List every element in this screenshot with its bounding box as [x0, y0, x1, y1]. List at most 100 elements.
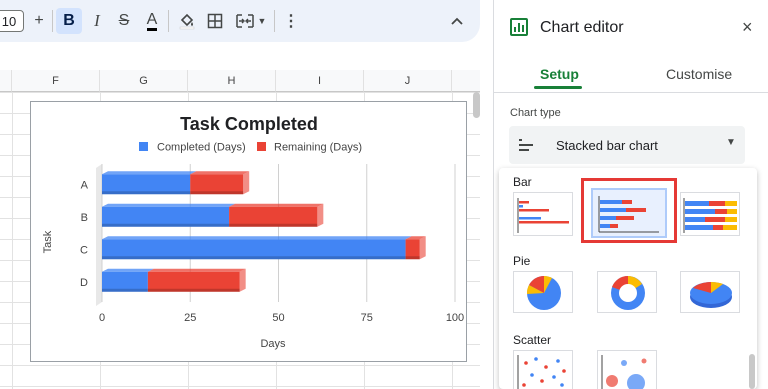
x-tick-label: 0 [99, 312, 105, 324]
column-header-i[interactable]: I [276, 70, 364, 92]
plus-icon[interactable]: + [26, 8, 52, 34]
x-tick-label: 100 [446, 312, 464, 324]
bar-top-face [102, 171, 197, 175]
thumb-3d-pie-chart[interactable] [680, 271, 740, 313]
bar-shade [102, 191, 191, 195]
chart-type-label: Chart type [510, 107, 561, 119]
chevron-up-icon [451, 17, 463, 25]
chart-editor-panel: Chart editor × Setup Customise Chart typ… [493, 0, 768, 389]
paint-bucket-icon [179, 13, 195, 30]
chart-container[interactable]: Task Completed Completed (Days) Remainin… [30, 101, 467, 362]
formatting-toolbar: 10 + B I S A ▼ ⋮ [0, 0, 480, 42]
tab-customise[interactable]: Customise [666, 66, 732, 82]
x-tick-label: 75 [361, 312, 373, 324]
toolbar-divider [274, 10, 275, 32]
legend-label-remaining: Remaining (Days) [274, 142, 362, 154]
section-pie-label: Pie [513, 254, 531, 268]
bar-shade [405, 256, 420, 260]
chart-editor-title: Chart editor [540, 19, 624, 36]
column-header-next[interactable] [452, 70, 480, 92]
bar-chart-type-icon [519, 139, 533, 154]
bubble-chart-icon [601, 355, 647, 389]
bold-button[interactable]: B [56, 8, 82, 34]
fill-color-button[interactable] [174, 8, 200, 34]
text-color-label: A [146, 11, 158, 31]
thumb-100-stacked-bar-chart[interactable] [680, 192, 740, 236]
y-axis-title: Task [42, 230, 54, 253]
chart-wall [96, 164, 102, 306]
3d-pie-chart-icon [690, 282, 732, 308]
stacked-bar-chart: Task Completed Completed (Days) Remainin… [42, 114, 464, 350]
thumb-scatter-chart[interactable] [513, 350, 573, 389]
tab-setup-indicator [534, 86, 582, 89]
doughnut-chart-icon [611, 275, 645, 310]
thumb-bubble-chart[interactable] [597, 350, 657, 389]
y-tick-label: C [80, 244, 88, 256]
column-header-f[interactable]: F [12, 70, 100, 92]
y-tick-label: B [81, 212, 88, 224]
tab-setup[interactable]: Setup [540, 66, 579, 82]
column-header-g[interactable]: G [100, 70, 188, 92]
x-tick-label: 25 [184, 312, 196, 324]
bar-shade [190, 191, 244, 195]
chart-title: Task Completed [180, 114, 318, 134]
column-header-blank [0, 70, 12, 92]
chart-editor-icon [510, 18, 528, 36]
tabs-divider [494, 92, 768, 93]
legend-label-completed: Completed (Days) [157, 142, 246, 154]
thumb-bar-chart[interactable] [513, 192, 573, 236]
screen: 10 + B I S A ▼ ⋮ F G H I J Task Complete… [0, 0, 768, 389]
bar-side-face [317, 203, 324, 227]
more-options-icon[interactable]: ⋮ [278, 8, 304, 34]
bar-shade [102, 256, 406, 260]
borders-icon [207, 13, 223, 29]
toolbar-divider [52, 10, 53, 32]
font-size-input[interactable]: 10 [0, 10, 24, 32]
chevron-down-icon: ▼ [726, 137, 736, 148]
bar-top-face [102, 268, 154, 272]
merge-dropdown-icon[interactable]: ▼ [255, 8, 269, 34]
bar-top-face [147, 268, 246, 272]
sheet-scrollbar[interactable] [473, 92, 480, 118]
column-header-h[interactable]: H [188, 70, 276, 92]
chart-type-dropdown: Bar Pie Scatter [499, 168, 757, 389]
bar-shade [147, 288, 240, 292]
bar-shade [102, 288, 148, 292]
bar-side-face [239, 268, 246, 292]
bar-top-face [190, 171, 250, 175]
percent-stacked-bar-icon [683, 198, 737, 233]
collapse-toolbar-icon[interactable] [444, 8, 470, 34]
bar-side-face [419, 236, 426, 260]
close-icon[interactable]: × [742, 17, 753, 38]
legend-swatch-completed [139, 142, 148, 151]
bar-top-face [102, 203, 236, 207]
italic-button[interactable]: I [84, 8, 110, 34]
borders-button[interactable] [202, 8, 228, 34]
toolbar-divider [168, 10, 169, 32]
bar-chart-icon [517, 198, 569, 233]
thumb-pie-chart[interactable] [513, 271, 573, 313]
bar-top-face [102, 236, 412, 240]
strikethrough-button[interactable]: S [111, 8, 137, 34]
column-header-j[interactable]: J [364, 70, 452, 92]
section-scatter-label: Scatter [513, 333, 552, 347]
y-tick-label: A [81, 179, 89, 191]
thumb-doughnut-chart[interactable] [597, 271, 657, 313]
x-axis-title: Days [260, 338, 286, 350]
bar-top-face [229, 203, 324, 207]
section-bar-label: Bar [513, 175, 532, 189]
bar-side-face [243, 171, 250, 195]
bar-shade [102, 223, 230, 227]
legend-swatch-remaining [257, 142, 266, 151]
merge-icon [236, 14, 254, 28]
pie-chart-icon [526, 276, 561, 310]
chart-type-select[interactable]: Stacked bar chart ▼ [509, 126, 745, 164]
scatter-chart-icon [517, 355, 566, 389]
chart-type-value: Stacked bar chart [556, 138, 658, 153]
bar-shade [229, 223, 318, 227]
selected-chart-highlight [581, 178, 677, 243]
text-color-button[interactable]: A [139, 8, 165, 34]
y-tick-label: D [80, 277, 88, 289]
x-tick-label: 50 [272, 312, 284, 324]
dropdown-scrollbar[interactable] [749, 354, 755, 389]
